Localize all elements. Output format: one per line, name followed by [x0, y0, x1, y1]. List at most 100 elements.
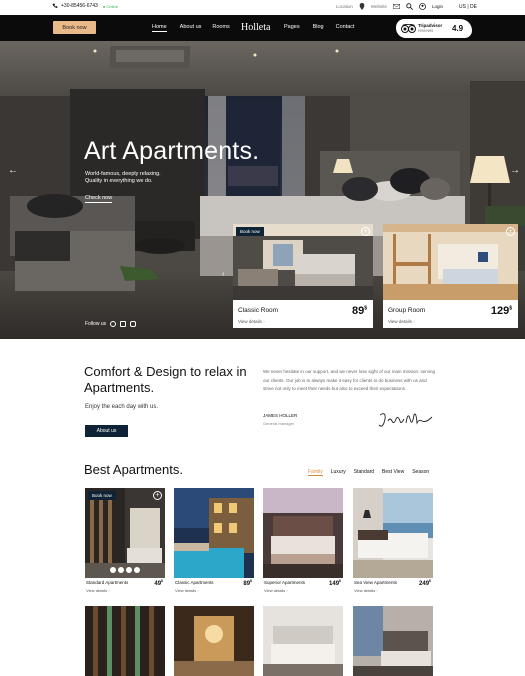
about-us-button[interactable]: About us [85, 425, 128, 437]
apartment-view-details-label: View details [354, 588, 376, 593]
best-apartments-heading: Best Apartments. [84, 462, 183, 477]
hero-next-arrow-icon[interactable]: → [510, 165, 520, 176]
apartment-currency: $ [250, 579, 252, 583]
github-icon[interactable] [110, 321, 117, 327]
arrow-right-icon: › [197, 588, 199, 593]
hero-check-now-link[interactable]: Check now [85, 195, 113, 203]
apartment-price: 89$ [243, 579, 252, 587]
apartment-view-details[interactable]: View details › [264, 588, 288, 593]
nav-book-now-button[interactable]: Book now [53, 21, 96, 34]
cards-prev-arrow-icon[interactable]: ‹ [222, 271, 224, 278]
tripadvisor-badge[interactable]: Tripadvisor reviews 4.9 [396, 19, 472, 38]
apartment-price-value: 149 [329, 581, 340, 587]
tab-best-view[interactable]: Best View [382, 469, 404, 476]
apartment-view-details-label: View details [264, 588, 286, 593]
hero-subtitle: World-famous, deeply relaxing. Quality i… [85, 171, 161, 184]
hero-follow-us: Follow us [85, 321, 137, 327]
apartment-card-standard[interactable]: Book now + Standard Apartments 49$ View … [85, 488, 165, 598]
online-status: ● Online [102, 3, 118, 9]
apartment-image-row2-2[interactable] [174, 606, 254, 676]
facebook-icon[interactable] [120, 321, 127, 327]
apartment-view-details[interactable]: View details › [175, 588, 199, 593]
comfort-paragraph: We never hesitate in our support, and we… [263, 369, 436, 392]
apartment-currency: $ [161, 579, 163, 583]
room-card-price-value: 129 [490, 305, 510, 317]
website-label[interactable]: Website [371, 4, 387, 9]
apartment-image-row2-4[interactable] [353, 606, 433, 676]
tab-luxury[interactable]: Luxury [331, 469, 346, 476]
room-card-view-details-label: View details [238, 319, 262, 324]
login-link[interactable]: Login [432, 4, 443, 9]
tab-season[interactable]: Season [412, 469, 429, 476]
hero-title: Art Apartments. [84, 137, 260, 165]
mail-icon [393, 4, 401, 9]
apartment-image-sea-view [353, 488, 433, 578]
apartment-price: 49$ [154, 579, 163, 587]
apartment-image-row2-3[interactable] [263, 606, 343, 676]
phone-contact[interactable]: +30-85456-6743 ● Online [52, 3, 118, 9]
room-card-view-details[interactable]: View details › [388, 319, 415, 324]
tripadvisor-sub: reviews [418, 28, 434, 33]
room-card-book-now-tag[interactable]: Book now [236, 227, 264, 236]
apartment-name: Standard Apartments [86, 580, 129, 585]
nav-item-about[interactable]: About us [180, 24, 202, 32]
location-pin-icon [359, 3, 365, 10]
apartment-view-details[interactable]: View details › [86, 588, 110, 593]
apartment-view-details-label: View details [86, 588, 108, 593]
apartment-price-value: 249 [419, 581, 430, 587]
nav-item-rooms[interactable]: Rooms [212, 24, 229, 32]
manager-signature [378, 413, 433, 427]
tab-standard[interactable]: Standard [354, 469, 374, 476]
apartment-name: Sea View Apartments [354, 580, 397, 585]
tripadvisor-label: Tripadvisor reviews [418, 23, 442, 33]
tab-family[interactable]: Family [308, 469, 323, 476]
phone-icon [52, 3, 58, 8]
arrow-right-icon: › [286, 588, 288, 593]
apartment-book-now-tag[interactable]: Book now [88, 491, 116, 500]
room-card-add-icon[interactable]: + [506, 227, 515, 236]
apartment-currency: $ [429, 579, 431, 583]
apartment-price: 249$ [419, 579, 431, 587]
arrow-right-icon: › [413, 319, 415, 324]
apartment-card-sea-view[interactable]: Sea View Apartments 249$ View details › [353, 488, 433, 598]
room-card-name: Group Room [388, 307, 426, 314]
apartment-add-icon[interactable]: + [153, 491, 162, 500]
comfort-heading: Comfort & Design to relax in Apartments. [84, 364, 247, 395]
apartment-view-details[interactable]: View details › [354, 588, 378, 593]
room-card-currency: $ [509, 305, 512, 312]
apartment-price: 149$ [329, 579, 341, 587]
nav-item-blog[interactable]: Blog [313, 24, 324, 30]
location-label[interactable]: Location [336, 4, 353, 9]
arrow-right-icon: › [108, 588, 110, 593]
follow-us-label: Follow us [85, 321, 107, 327]
tripadvisor-owl-icon [401, 24, 416, 33]
room-card-classic[interactable]: Book now + Classic Room 89$ View details… [233, 224, 373, 328]
hero-banner: ← → Art Apartments. World-famous, deeply… [0, 41, 525, 339]
brand-logo[interactable]: Holleta [241, 22, 270, 33]
apartment-card-superior[interactable]: Superior Apartments 149$ View details › [263, 488, 343, 598]
comfort-tagline: Enjoy the each day with us. [85, 404, 159, 410]
arrow-right-icon: › [263, 319, 265, 324]
room-card-price: 89$ [352, 305, 367, 317]
nav-item-home[interactable]: Home [152, 24, 167, 32]
apartment-image-superior [263, 488, 343, 578]
hero-prev-arrow-icon[interactable]: ← [8, 165, 18, 176]
manager-name: JAMES HOLLER [263, 413, 298, 418]
language-switch[interactable]: US | DE [459, 4, 477, 10]
apartment-view-details-label: View details [175, 588, 197, 593]
nav-item-pages[interactable]: Pages [284, 24, 300, 30]
room-card-name: Classic Room [238, 307, 279, 314]
nav-item-contact[interactable]: Contact [336, 24, 355, 30]
apartment-image-row2-1[interactable] [85, 606, 165, 676]
apartment-currency: $ [339, 579, 341, 583]
top-utility-bar: +30-85456-6743 ● Online Location Website… [0, 0, 525, 15]
instagram-icon[interactable] [130, 321, 137, 327]
room-card-add-icon[interactable]: + [361, 227, 370, 236]
arrow-right-icon: › [376, 588, 378, 593]
user-icon[interactable] [419, 3, 426, 10]
room-card-view-details[interactable]: View details › [238, 319, 265, 324]
room-card-view-details-label: View details [388, 319, 412, 324]
room-card-group[interactable]: + Group Room 129$ View details › [383, 224, 518, 328]
apartment-card-classic[interactable]: Classic Apartments 89$ View details › [174, 488, 254, 598]
search-icon[interactable] [406, 3, 413, 10]
